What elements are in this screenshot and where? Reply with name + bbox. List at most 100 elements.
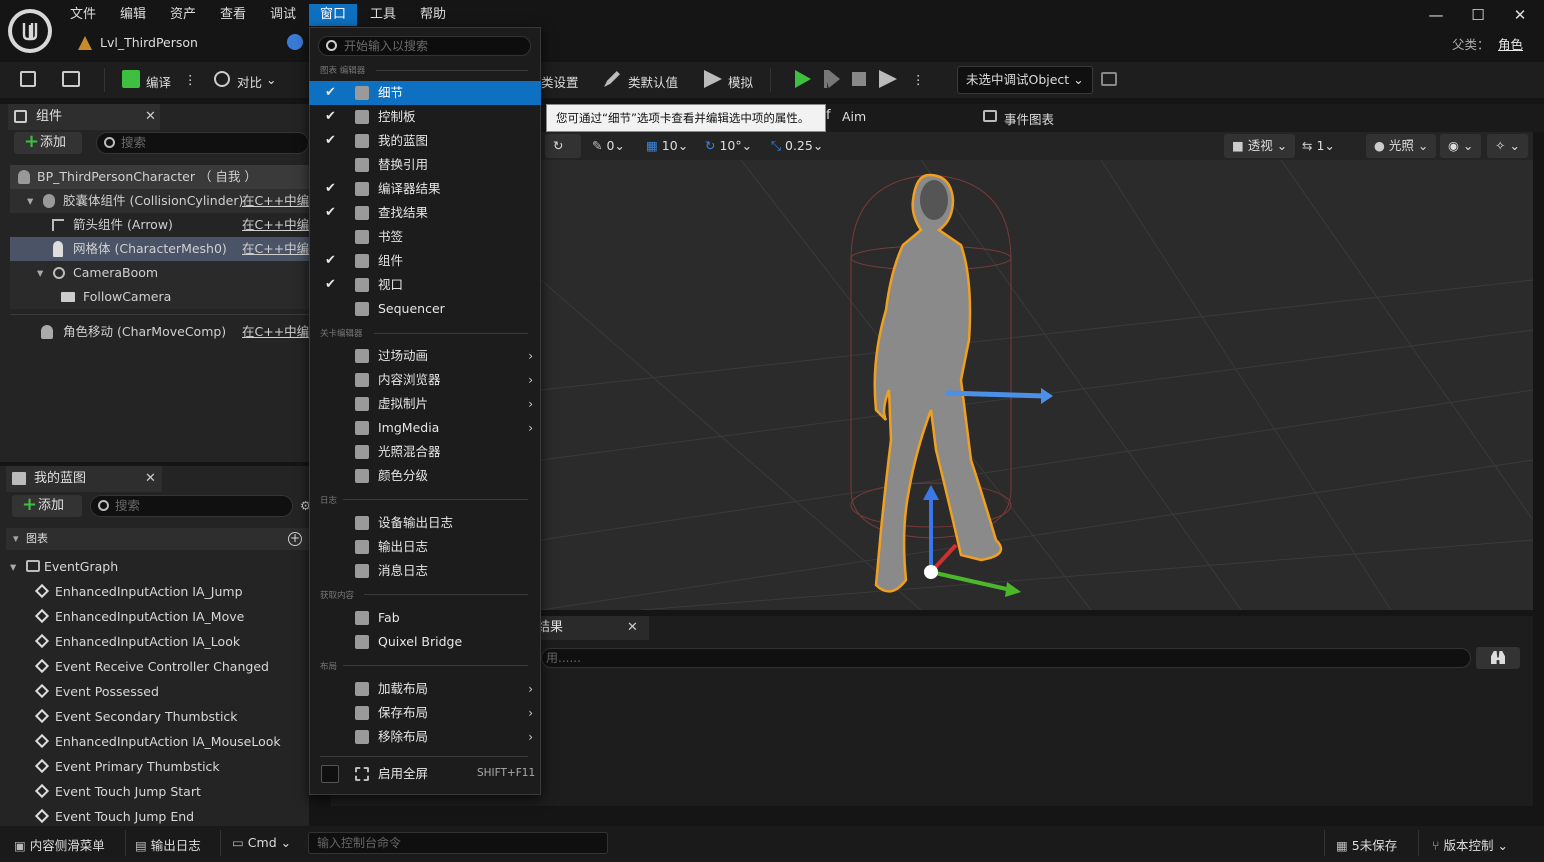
simulate-button[interactable]: 模拟: [728, 72, 753, 91]
debug-object-select[interactable]: 未选中调试Object ⌄: [957, 66, 1093, 94]
menu-tools[interactable]: 工具: [359, 4, 407, 26]
event-graph-item[interactable]: ▾ EventGraph: [10, 554, 118, 579]
add-graph-icon[interactable]: +: [288, 532, 302, 546]
find-results-input[interactable]: 用......: [541, 648, 1471, 668]
menu-item-graph-8[interactable]: ✔ 视口: [309, 273, 541, 297]
menu-item-level_items-4[interactable]: 光照混合器: [309, 440, 541, 464]
viewport-options-icon[interactable]: ✧ ⌄: [1487, 134, 1528, 158]
menu-item-level_items-2[interactable]: 虚拟制片 ›: [309, 392, 541, 416]
menu-edit[interactable]: 编辑: [109, 4, 157, 26]
tab-event-graph[interactable]: 事件图表: [1004, 109, 1054, 128]
menu-item-log_items-2[interactable]: 消息日志: [309, 559, 541, 583]
find-results-tab[interactable]: 结果 ✕: [531, 616, 649, 640]
compile-icon[interactable]: [122, 70, 140, 88]
close-icon[interactable]: ✕: [145, 466, 156, 492]
compile-options-icon[interactable]: ⋮: [184, 72, 197, 87]
menu-item-level_items-0[interactable]: 过场动画 ›: [309, 344, 541, 368]
diff-icon[interactable]: [214, 71, 230, 87]
event-item[interactable]: Event Receive Controller Changed: [34, 654, 269, 679]
grid-snap-control[interactable]: ▦ 10⌄: [646, 138, 688, 153]
component-row-charmove[interactable]: 角色移动 (CharMoveComp) 在C++中编辑: [10, 320, 322, 344]
blueprint-search-input[interactable]: 搜索: [90, 495, 293, 517]
close-icon[interactable]: ✕: [627, 616, 638, 640]
event-item[interactable]: EnhancedInputAction IA_Move: [34, 604, 244, 629]
menu-item-level_items-1[interactable]: 内容浏览器 ›: [309, 368, 541, 392]
minimize-icon[interactable]: —: [1426, 6, 1446, 24]
menu-window[interactable]: 窗口: [309, 4, 358, 26]
menu-item-layout_items-1[interactable]: 保存布局 ›: [309, 701, 541, 725]
menu-item-graph-6[interactable]: 书签: [309, 225, 541, 249]
menu-item-content_items-1[interactable]: Quixel Bridge: [309, 630, 541, 654]
menu-item-graph-9[interactable]: Sequencer: [309, 297, 541, 321]
blueprint-tab-icon[interactable]: [287, 34, 303, 50]
component-row-mesh[interactable]: 网格体 (CharacterMesh0) 在C++中编辑: [10, 237, 322, 261]
components-tab[interactable]: 组件 ✕: [8, 104, 160, 130]
menu-asset[interactable]: 资产: [159, 4, 207, 26]
menu-item-layout_items-2[interactable]: 移除布局 ›: [309, 725, 541, 749]
menu-item-graph-0[interactable]: ✔ 细节: [309, 81, 541, 105]
event-item[interactable]: EnhancedInputAction IA_Jump: [34, 579, 243, 604]
menu-item-graph-4[interactable]: ✔ 编译器结果: [309, 177, 541, 201]
graphs-section-header[interactable]: ▾ 图表 +: [6, 528, 309, 550]
parent-class-link[interactable]: 角色: [1498, 34, 1523, 53]
debug-filter-icon[interactable]: [1101, 72, 1117, 86]
find-binoculars-button[interactable]: [1476, 647, 1520, 669]
close-icon[interactable]: ✕: [145, 104, 156, 130]
cmd-select[interactable]: ▭ Cmd ⌄: [232, 835, 291, 850]
tab-aim[interactable]: Aim: [842, 109, 866, 124]
rotation-snap-control[interactable]: ✎ 0⌄: [592, 138, 625, 153]
menu-file[interactable]: 文件: [59, 4, 107, 26]
class-defaults-button[interactable]: 类默认值: [628, 72, 678, 91]
document-tab[interactable]: Lvl_ThirdPerson: [70, 32, 198, 56]
maximize-icon[interactable]: ☐: [1468, 6, 1488, 24]
menu-item-graph-1[interactable]: ✔ 控制板: [309, 105, 541, 129]
browse-icon[interactable]: [62, 71, 80, 87]
save-icon[interactable]: [20, 71, 36, 87]
expand-arrow-icon[interactable]: ▾: [27, 189, 33, 213]
source-control-button[interactable]: ⑂ 版本控制 ⌄: [1432, 835, 1508, 854]
menu-item-graph-5[interactable]: ✔ 查找结果: [309, 201, 541, 225]
expand-arrow-icon[interactable]: ▾: [37, 261, 43, 285]
perspective-button[interactable]: ■ 透视 ⌄: [1224, 134, 1296, 158]
event-item[interactable]: Event Primary Thumbstick: [34, 754, 220, 779]
camera-speed-control[interactable]: ⇆ 1⌄: [1302, 138, 1335, 153]
lighting-button[interactable]: ● 光照 ⌄: [1366, 134, 1437, 158]
class-settings-button[interactable]: 类设置: [541, 72, 579, 91]
event-item[interactable]: Event Secondary Thumbstick: [34, 704, 238, 729]
component-search-input[interactable]: 搜索: [96, 132, 309, 154]
add-blueprint-item-button[interactable]: 添加: [12, 494, 82, 517]
component-row-followcamera[interactable]: FollowCamera: [10, 285, 309, 309]
viewport-3d[interactable]: [541, 160, 1533, 610]
menu-item-log_items-0[interactable]: 设备输出日志: [309, 511, 541, 535]
menu-item-log_items-1[interactable]: 输出日志: [309, 535, 541, 559]
unsaved-button[interactable]: ▦ 5未保存: [1336, 835, 1397, 854]
component-row-capsule[interactable]: ▾ 胶囊体组件 (CollisionCylinder) 在C++中编辑: [10, 189, 322, 213]
menu-item-layout_items-0[interactable]: 加载布局 ›: [309, 677, 541, 701]
stop-icon[interactable]: [852, 72, 866, 86]
angle-snap-control[interactable]: ↻ 10°⌄: [705, 138, 752, 153]
scale-snap-control[interactable]: ⤡ 0.25⌄: [771, 138, 823, 154]
event-item[interactable]: EnhancedInputAction IA_Look: [34, 629, 240, 654]
play-options-icon[interactable]: ⋮: [912, 72, 925, 87]
menu-item-level_items-5[interactable]: 颜色分级: [309, 464, 541, 488]
diff-button[interactable]: 对比: [237, 72, 262, 91]
menu-view[interactable]: 查看: [209, 4, 257, 26]
output-log-button[interactable]: ▤ 输出日志: [135, 835, 201, 854]
show-eye-icon[interactable]: ◉ ⌄: [1440, 134, 1482, 158]
event-item[interactable]: Event Touch Jump Start: [34, 779, 201, 804]
menu-item-graph-7[interactable]: ✔ 组件: [309, 249, 541, 273]
menu-item-content_items-0[interactable]: Fab: [309, 606, 541, 630]
close-window-icon[interactable]: ✕: [1510, 6, 1530, 24]
component-row-cameraboom[interactable]: ▾ CameraBoom: [10, 261, 309, 285]
window-menu-search-input[interactable]: 开始输入以搜索: [318, 36, 531, 56]
event-item[interactable]: EnhancedInputAction IA_MouseLook: [34, 729, 281, 754]
menu-help[interactable]: 帮助: [409, 4, 457, 26]
menu-item-level_items-3[interactable]: ImgMedia ›: [309, 416, 541, 440]
console-command-input[interactable]: 输入控制台命令: [308, 832, 608, 854]
menu-debug[interactable]: 调试: [259, 4, 307, 26]
event-item[interactable]: Event Possessed: [34, 679, 159, 704]
component-row-self[interactable]: BP_ThirdPersonCharacter （ 自我 ）: [10, 165, 309, 189]
component-row-arrow[interactable]: 箭头组件 (Arrow) 在C++中编辑: [10, 213, 322, 237]
menu-item-graph-2[interactable]: ✔ 我的蓝图: [309, 129, 541, 153]
rotate-mode-icon[interactable]: ↻ ⌄: [545, 134, 581, 177]
